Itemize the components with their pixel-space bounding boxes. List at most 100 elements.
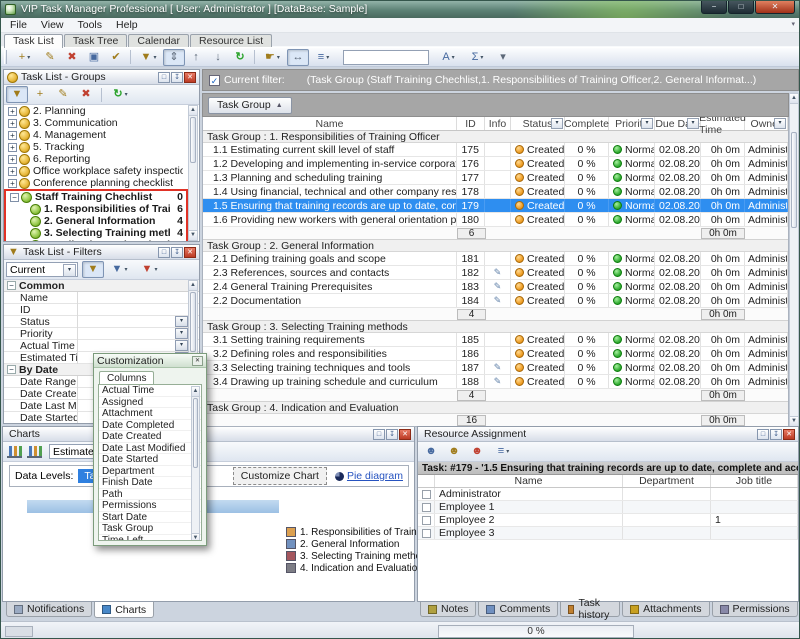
fit-columns-button[interactable]: ↔ — [287, 49, 309, 66]
main-tab[interactable]: Task Tree — [64, 34, 128, 47]
edit-task-button[interactable]: ✎ — [39, 49, 61, 66]
table-row[interactable]: 3.2 Defining roles and responsibilities … — [203, 347, 788, 361]
filter-by-selected-groups-button[interactable]: ▼ — [6, 86, 28, 103]
search-input[interactable] — [343, 50, 429, 65]
tab-columns[interactable]: Columns — [99, 371, 154, 384]
column-list-item[interactable]: Date Started — [99, 454, 201, 466]
filter-row[interactable]: Name ▾ — [4, 292, 199, 304]
new-task-button[interactable]: + — [10, 49, 39, 66]
column-list-item[interactable]: Date Created — [99, 431, 201, 443]
column-header[interactable]: Status ▾ — [511, 117, 565, 130]
pie-diagram-link[interactable]: Pie diagram — [347, 470, 403, 482]
undock-panel-icon[interactable]: □ — [373, 429, 385, 440]
column-header[interactable]: Info ▾ — [485, 117, 511, 130]
scroll-up-icon[interactable]: ▲ — [189, 106, 197, 116]
pin-panel-icon[interactable]: ↧ — [171, 72, 183, 83]
scroll-down-icon[interactable]: ▼ — [790, 416, 798, 426]
scrollbar-thumb[interactable] — [791, 132, 797, 228]
tree-item[interactable]: + Conference planning checklist 0 — [4, 177, 199, 189]
expander-icon[interactable]: + — [8, 179, 17, 188]
dropdown-icon[interactable]: ▾ — [175, 328, 188, 339]
filter-dropdown-icon[interactable]: ▾ — [641, 118, 653, 129]
clear-filter-button[interactable]: ▼ — [135, 261, 164, 278]
filter-preset-select[interactable]: Current — [6, 262, 78, 277]
move-down-button[interactable]: ↓ — [207, 49, 229, 66]
complete-task-button[interactable]: ✔ — [105, 49, 127, 66]
close-icon[interactable]: ✕ — [192, 356, 203, 366]
column-list-item[interactable]: Department — [99, 466, 201, 478]
sort-az-button[interactable]: A — [434, 49, 463, 66]
scroll-down-icon[interactable]: ▼ — [192, 533, 199, 541]
filter-checkbox[interactable]: ✓ — [209, 75, 220, 86]
table-row[interactable]: 3.1 Setting training requirements 185 Cr… — [203, 333, 788, 347]
filter-row[interactable]: Status ▾ — [4, 316, 199, 328]
expander-icon[interactable]: − — [10, 193, 19, 202]
undock-panel-icon[interactable]: □ — [158, 72, 170, 83]
duplicate-task-button[interactable]: ▣ — [83, 49, 105, 66]
pin-panel-icon[interactable]: ↧ — [770, 429, 782, 440]
menu-item[interactable]: Help — [109, 18, 145, 32]
filter-row[interactable]: ID ▾ — [4, 304, 199, 316]
pin-panel-icon[interactable]: ↧ — [171, 247, 183, 258]
close-panel-icon[interactable]: ✕ — [184, 247, 196, 258]
group-header-row[interactable]: Task Group : 3. Selecting Training metho… — [203, 321, 788, 333]
expander-icon[interactable]: + — [8, 155, 17, 164]
table-row[interactable]: 2.1 Defining training goals and scope 18… — [203, 252, 788, 266]
close-panel-icon[interactable]: ✕ — [184, 72, 196, 83]
move-up-button[interactable]: ↑ — [185, 49, 207, 66]
column-list-item[interactable]: Actual Time — [99, 385, 201, 397]
edit-filter-button[interactable]: ▼ — [105, 261, 134, 278]
column-list-item[interactable]: Date Completed — [99, 420, 201, 432]
tab-charts[interactable]: Charts — [94, 602, 154, 618]
edit-group-button[interactable]: ✎ — [52, 86, 74, 103]
table-row[interactable]: 2.4 General Training Prerequisites 183 ✎… — [203, 280, 788, 294]
tree-item[interactable]: + 4. Management 0 — [4, 129, 199, 141]
column-list-item[interactable]: Task Group — [99, 523, 201, 535]
scrollbar-thumb[interactable] — [193, 398, 198, 468]
tree-item[interactable]: + 3. Communication 0 — [4, 117, 199, 129]
scrollbar-thumb[interactable] — [190, 117, 196, 163]
expander-icon[interactable]: + — [8, 143, 17, 152]
checkbox[interactable] — [422, 490, 431, 499]
table-scrollbar[interactable]: ▲ ▼ — [789, 93, 799, 427]
main-tab[interactable]: Task List — [4, 34, 63, 48]
collapse-icon[interactable]: − — [7, 281, 16, 290]
tab-task-history[interactable]: Task history — [560, 602, 620, 617]
table-row[interactable]: 1.1 Estimating current skill level of st… — [203, 143, 788, 157]
column-header[interactable]: Job title — [711, 475, 798, 487]
menu-item[interactable]: File — [3, 18, 34, 32]
undock-panel-icon[interactable]: □ — [158, 247, 170, 258]
tree-item[interactable]: + 2. Planning 0 — [4, 105, 199, 117]
column-header[interactable]: Owner ▾ — [745, 117, 788, 130]
main-tab[interactable]: Calendar — [128, 34, 189, 47]
close-button[interactable]: ✕ — [755, 1, 795, 14]
menubar-overflow-icon[interactable]: ▾ — [791, 20, 795, 28]
tree-scrollbar[interactable]: ▲ ▼ — [188, 105, 198, 241]
column-header[interactable]: Department — [623, 475, 711, 487]
filter-row[interactable]: Priority ▾ — [4, 328, 199, 340]
expander-icon[interactable]: + — [8, 107, 17, 116]
column-header[interactable]: ID ▾ — [457, 117, 485, 130]
close-panel-icon[interactable]: ✕ — [783, 429, 795, 440]
tab-attachments[interactable]: Attachments — [622, 602, 709, 617]
tree-item[interactable]: 2. General Information 4 — [6, 215, 186, 227]
table-row[interactable]: 2.3 References, sources and contacts 182… — [203, 266, 788, 280]
pin-panel-icon[interactable]: ↧ — [386, 429, 398, 440]
toolbar-overflow-button[interactable]: ▾ — [492, 49, 514, 66]
main-tab[interactable]: Resource List — [190, 34, 272, 47]
checkbox[interactable] — [422, 529, 431, 538]
bar-chart-icon[interactable] — [7, 446, 22, 458]
tree-item[interactable]: + Office workplace safety inspection che… — [4, 165, 199, 177]
dropdown-icon[interactable]: ▾ — [175, 316, 188, 327]
tree-item[interactable]: 1. Responsibilities of Training Officer … — [6, 203, 186, 215]
group-header-row[interactable]: Task Group : 2. General Information — [203, 240, 788, 252]
group-header-row[interactable]: Task Group : 4. Indication and Evaluatio… — [203, 402, 788, 414]
dropdown-icon[interactable]: ▾ — [175, 340, 188, 351]
column-list-item[interactable]: Attachment — [99, 408, 201, 420]
resource-row[interactable]: Employee 2 1 — [418, 514, 798, 527]
scrollbar-thumb[interactable] — [190, 292, 196, 352]
tree-item[interactable]: − Staff Training Chechlist 0 — [6, 191, 186, 203]
line-chart-icon[interactable] — [27, 446, 42, 458]
edit-assignment-button[interactable]: ☻ — [443, 443, 465, 460]
column-header[interactable]: Estimated Time ▾ — [701, 117, 745, 130]
